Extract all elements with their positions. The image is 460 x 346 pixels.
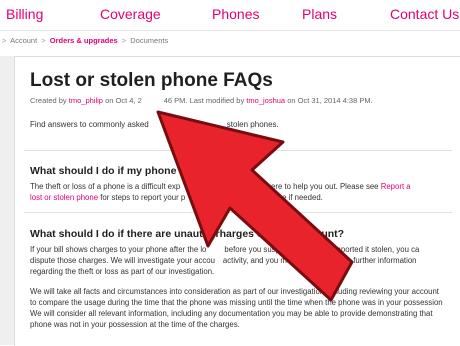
nav-coverage[interactable]: Coverage <box>100 6 161 22</box>
faq-question-2: What should I do if there are unauthorha… <box>30 228 344 240</box>
watermark-wiki: wiki <box>399 323 423 339</box>
divider <box>24 212 452 213</box>
watermark-how: How <box>422 323 452 339</box>
answer-2-line-3: regarding the theft or loss as part of o… <box>30 267 215 276</box>
faq-question-1: What should I do if my phone is <box>30 165 189 177</box>
answer-1-text: for steps to report your p <box>100 193 186 202</box>
answer-1-text: obile is here to help you out. Please se… <box>240 182 379 191</box>
breadcrumb-account[interactable]: Account <box>10 36 37 45</box>
answer-1-line-2: lost or stolen phone for steps to report… <box>30 192 456 203</box>
page-title: Lost or stolen phone FAQs <box>30 70 273 91</box>
nav-billing[interactable]: Billing <box>6 6 43 22</box>
answer-2-text: If your bill shows charges to your phone… <box>30 245 207 254</box>
left-gutter <box>0 56 14 345</box>
meta-created-prefix: Created by <box>30 96 67 105</box>
divider <box>24 150 452 151</box>
answer-1-line-1: The theft or loss of a phone is a diffic… <box>30 181 456 192</box>
meta-modified-user-link[interactable]: tmo_joshua <box>246 96 285 105</box>
answer-2-text: activity, and you may need to provide fu… <box>222 256 417 265</box>
question-2-text: What should I do if there are unauthor <box>30 228 220 240</box>
wikihow-watermark: wikiHow <box>399 323 452 339</box>
faq-answer-1: The theft or loss of a phone is a diffic… <box>30 181 456 203</box>
meta-created-date: on Oct 4, 2 <box>105 96 142 105</box>
answer-1-text: uspend your line if needed. <box>229 193 323 202</box>
breadcrumb-orders-upgrades[interactable]: Orders & upgrades <box>50 36 118 45</box>
answer-2-line-6: We will consider all relevant informatio… <box>30 309 433 318</box>
breadcrumb-separator: > <box>121 36 127 45</box>
nav-phones[interactable]: Phones <box>212 6 259 22</box>
lost-stolen-phone-link[interactable]: lost or stolen phone <box>30 193 98 202</box>
answer-2-line-5: to compare the usage during the time tha… <box>30 298 443 307</box>
answer-2-text: before you susp <box>224 245 280 254</box>
meta-time-modified: 46 PM. Last modified by <box>163 96 245 105</box>
faq-answer-2: If your bill shows charges to your phone… <box>30 244 456 330</box>
answer-2-text: dispute those charges. We will investiga… <box>30 256 215 265</box>
question-2-text: harges o <box>219 228 264 240</box>
breadcrumb: > Account > Orders & upgrades > Document… <box>0 36 168 50</box>
answer-1-text: The theft or loss of a phone is a diffic… <box>30 182 181 191</box>
document-meta: Created by tmo_philip on Oct 4, 2 46 PM. … <box>30 96 373 105</box>
top-nav: Billing Coverage Phones Plans Contact Us <box>0 0 460 31</box>
answer-2-line-4: We will take all facts and circumstances… <box>30 287 439 296</box>
question-2-text: unt? <box>321 228 345 240</box>
nav-plans[interactable]: Plans <box>302 6 337 22</box>
meta-modified-date: on Oct 31, 2014 4:38 PM. <box>287 96 373 105</box>
intro-left: Find answers to commonly asked <box>30 120 149 129</box>
breadcrumb-separator: > <box>41 36 46 45</box>
report-lost-stolen-link[interactable]: Report a <box>381 182 411 191</box>
breadcrumb-separator: > <box>2 36 7 45</box>
intro-text: Find answers to commonly asked stolen pho… <box>30 120 279 129</box>
meta-created-user-link[interactable]: tmo_philip <box>69 96 103 105</box>
nav-contact-us[interactable]: Contact Us <box>390 6 459 22</box>
answer-2-line-2: dispute those charges. We will investiga… <box>30 255 456 266</box>
breadcrumb-documents[interactable]: Documents <box>130 36 168 45</box>
answer-2-text: service and reported it stolen, you ca <box>291 245 420 254</box>
intro-right: stolen phones. <box>226 120 279 129</box>
answer-2-line-1: If your bill shows charges to your phone… <box>30 244 456 255</box>
